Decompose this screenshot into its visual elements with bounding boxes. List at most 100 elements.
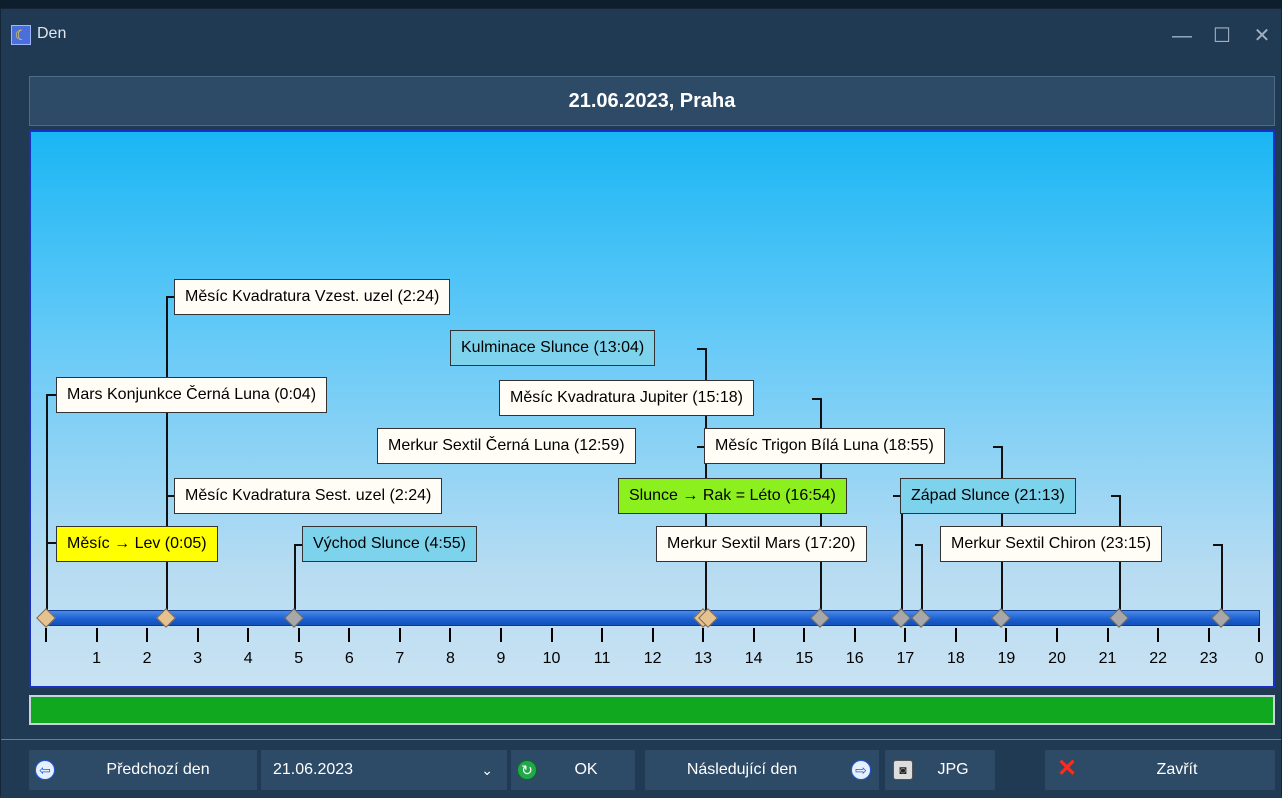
connector-line (921, 544, 923, 616)
connector-line (46, 542, 48, 558)
date-value: 21.06.2023 (273, 761, 354, 778)
previous-day-button[interactable]: ⇦ Předchozí den (29, 750, 257, 790)
hour-tick (853, 628, 856, 642)
hour-label: 8 (445, 650, 455, 667)
hour-label: 14 (744, 650, 763, 667)
hour-tick (904, 628, 907, 642)
hour-label: 17 (896, 650, 915, 667)
close-icon[interactable]: ✕ (1247, 21, 1277, 51)
event-box[interactable]: Měsíc Kvadratura Jupiter (15:18) (499, 380, 754, 416)
hour-tick (954, 628, 957, 642)
hour-label: 23 (1199, 650, 1218, 667)
jpg-label: JPG (937, 761, 969, 778)
close-label: Zavřít (1156, 761, 1198, 778)
hour-tick (550, 628, 553, 642)
next-day-button[interactable]: Následující den ⇨ (645, 750, 879, 790)
hour-tick (449, 628, 452, 642)
red-x-icon: ✕ (1057, 755, 1078, 782)
go-arrow-icon: ↻ (517, 760, 537, 780)
maximize-icon[interactable]: ☐ (1207, 21, 1237, 51)
hour-label: 11 (593, 650, 611, 667)
hour-label: 13 (694, 650, 713, 667)
connector-line (166, 296, 174, 298)
ok-label: OK (574, 761, 598, 778)
hour-tick (651, 628, 654, 642)
hour-tick (1207, 628, 1210, 642)
previous-day-label: Předchozí den (106, 761, 210, 778)
hour-tick (702, 628, 705, 642)
hour-label: 3 (193, 650, 203, 667)
hour-tick (95, 628, 98, 642)
hour-tick (1157, 628, 1160, 642)
hour-label: 10 (542, 650, 561, 667)
window-title: Den (37, 25, 67, 42)
hour-label: 15 (795, 650, 814, 667)
connector-line (915, 544, 923, 546)
hour-tick (146, 628, 149, 642)
hour-tick (752, 628, 755, 642)
hour-label: 16 (845, 650, 864, 667)
date-select[interactable]: 21.06.2023 ⌄ (261, 750, 507, 790)
event-box[interactable]: Kulminace Slunce (13:04) (450, 330, 656, 366)
hour-label: 21 (1098, 650, 1117, 667)
hour-tick (196, 628, 199, 642)
hour-tick (1056, 628, 1058, 642)
hour-label: 22 (1149, 650, 1167, 667)
hour-label: 2 (142, 650, 152, 667)
connector-line (46, 394, 48, 616)
hour-tick (803, 628, 806, 642)
hour-tick (1106, 628, 1109, 642)
event-box[interactable]: Měsíc → Lev (0:05) (56, 526, 218, 562)
hour-label: 5 (294, 650, 304, 667)
close-button[interactable]: ✕ Zavřít (1045, 750, 1275, 790)
hour-tick (1258, 628, 1261, 642)
connector-line (1221, 544, 1223, 616)
hour-tick (398, 628, 401, 642)
hour-label: 9 (496, 650, 506, 667)
jpg-button[interactable]: ◙ JPG (885, 750, 995, 790)
hour-label: 6 (344, 650, 354, 667)
next-day-label: Následující den (686, 761, 798, 778)
event-box[interactable]: Měsíc Kvadratura Vzest. uzel (2:24) (174, 279, 451, 315)
moon-icon: ☾ (11, 25, 31, 45)
hour-tick (601, 628, 604, 642)
connector-line (46, 394, 56, 396)
hour-tick (499, 628, 502, 642)
event-box[interactable]: Merkur Sextil Chiron (23:15) (940, 526, 1163, 562)
progress-bar (29, 695, 1275, 725)
connector-line (46, 542, 56, 544)
event-box[interactable]: Měsíc Trigon Bílá Luna (18:55) (704, 428, 945, 464)
connector-line (1111, 495, 1121, 497)
event-box[interactable]: Merkur Sextil Černá Luna (12:59) (377, 428, 636, 464)
event-box[interactable]: Západ Slunce (21:13) (900, 478, 1076, 514)
hour-tick (45, 628, 47, 642)
hour-label: 7 (395, 650, 405, 667)
arrow-left-icon: ⇦ (35, 760, 55, 780)
chevron-down-icon: ⌄ (481, 762, 493, 778)
event-box[interactable]: Merkur Sextil Mars (17:20) (656, 526, 867, 562)
hour-tick (297, 628, 300, 642)
hour-label: 0 (1254, 650, 1264, 667)
connector-line (294, 544, 302, 546)
day-timeline-chart: Měsíc Kvadratura Vzest. uzel (2:24) Kulm… (29, 130, 1275, 688)
event-box[interactable]: Mars Konjunkce Černá Luna (0:04) (56, 377, 328, 413)
connector-line (294, 544, 296, 616)
hour-label: 12 (643, 650, 662, 667)
ok-button[interactable]: ↻ OK (511, 750, 635, 790)
hour-label: 20 (1048, 650, 1066, 667)
hour-tick (247, 628, 250, 642)
connector-line (812, 398, 822, 400)
connector-line (166, 296, 168, 616)
camera-icon: ◙ (893, 760, 913, 780)
event-box[interactable]: Slunce → Rak = Léto (16:54) (618, 478, 847, 514)
timeline-bar (46, 610, 1260, 626)
event-box[interactable]: Měsíc Kvadratura Sest. uzel (2:24) (174, 478, 443, 514)
event-box[interactable]: Východ Slunce (4:55) (302, 526, 477, 562)
hour-tick (1005, 628, 1008, 642)
desktop-strip (0, 0, 1282, 8)
bottom-toolbar: ⇦ Předchozí den 21.06.2023 ⌄ ↻ OK Násled… (1, 739, 1281, 798)
hour-tick (348, 628, 351, 642)
minimize-icon[interactable]: — (1167, 21, 1197, 51)
title-bar: ☾ Den — ☐ ✕ (1, 9, 1281, 65)
connector-line (166, 495, 174, 497)
